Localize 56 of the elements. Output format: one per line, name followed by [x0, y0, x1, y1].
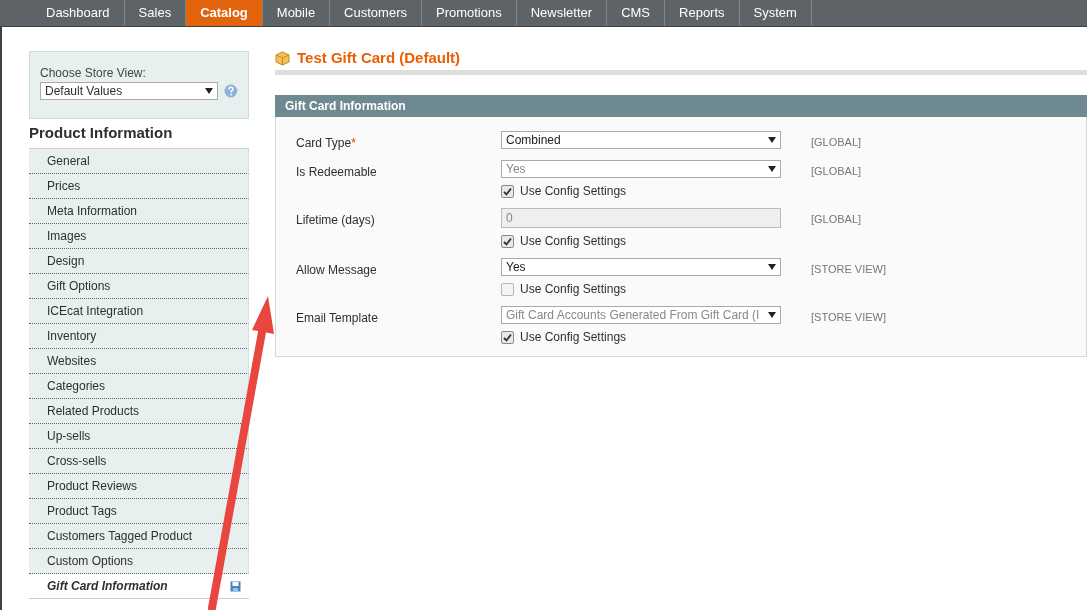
sidebar-item[interactable]: Prices — [29, 174, 249, 199]
dropdown-caret-icon — [768, 264, 776, 270]
checkbox-label: Use Config Settings — [520, 233, 627, 250]
nav-tab[interactable]: Dashboard — [32, 0, 125, 26]
section-header: Gift Card Information — [275, 95, 1087, 117]
save-icon — [230, 580, 241, 592]
dropdown-caret-icon — [768, 312, 776, 318]
nav-tab[interactable]: CMS — [607, 0, 666, 26]
store-view-label: Choose Store View: — [40, 65, 147, 82]
scope-label: [GLOBAL] — [811, 164, 862, 179]
select-field[interactable]: Yes — [501, 258, 781, 276]
checkmark-icon — [503, 186, 512, 196]
sidebar-item[interactable]: Up-sells — [29, 424, 249, 449]
sidebar-item[interactable]: Cross-sells — [29, 449, 249, 474]
sidebar-item[interactable]: Meta Information — [29, 199, 249, 224]
sidebar-item[interactable]: Images — [29, 224, 249, 249]
scope-label: [STORE VIEW] — [811, 262, 886, 277]
store-view-select[interactable]: Default Values — [40, 82, 219, 100]
scope-label: [STORE VIEW] — [811, 310, 886, 325]
select-field[interactable]: Combined — [501, 131, 781, 149]
scope-label: [GLOBAL] — [811, 212, 862, 227]
sidebar-item[interactable]: ICEcat Integration — [29, 299, 249, 324]
dropdown-caret-icon — [768, 166, 776, 172]
checkbox-label: Use Config Settings — [520, 183, 627, 200]
field-label: Card Type* — [296, 135, 357, 152]
checkbox[interactable] — [501, 282, 514, 296]
sidebar-item[interactable]: Categories — [29, 374, 249, 399]
sidebar-item[interactable]: Gift Options — [29, 274, 249, 299]
scope-label: [GLOBAL] — [811, 135, 862, 150]
nav-tab[interactable]: Reports — [665, 0, 740, 26]
sidebar-item[interactable]: Design — [29, 249, 249, 274]
nav-tab[interactable]: Mobile — [262, 0, 331, 26]
nav-tab[interactable]: Customers — [330, 0, 422, 26]
field-label: Email Template — [296, 310, 379, 327]
dropdown-caret-icon — [768, 137, 776, 143]
dropdown-caret-icon — [205, 88, 214, 94]
nav-tab[interactable]: Promotions — [421, 0, 517, 26]
sidebar-item[interactable]: Customers Tagged Product — [29, 524, 249, 549]
checkmark-icon — [503, 332, 512, 342]
sidebar-item[interactable]: General — [29, 149, 249, 174]
checkbox-label: Use Config Settings — [520, 281, 627, 298]
checkbox-label: Use Config Settings — [520, 329, 627, 346]
sidebar-item[interactable]: Inventory — [29, 324, 249, 349]
sidebar-item[interactable]: Custom Options — [29, 549, 249, 574]
sidebar-item[interactable]: Websites — [29, 349, 249, 374]
sidebar-item[interactable]: Product Reviews — [29, 474, 249, 499]
field-label: Allow Message — [296, 262, 378, 279]
nav-tab[interactable]: Newsletter — [516, 0, 608, 26]
field-label: Is Redeemable — [296, 164, 378, 181]
sidebar-item[interactable]: Product Tags — [29, 499, 249, 524]
checkmark-icon — [503, 236, 512, 246]
box-icon — [275, 51, 290, 66]
field-label: Lifetime (days) — [296, 212, 376, 229]
sidebar-item[interactable]: Related Products — [29, 399, 249, 424]
page-title: Test Gift Card (Default) — [297, 48, 461, 69]
nav-tab[interactable]: System — [739, 0, 812, 26]
